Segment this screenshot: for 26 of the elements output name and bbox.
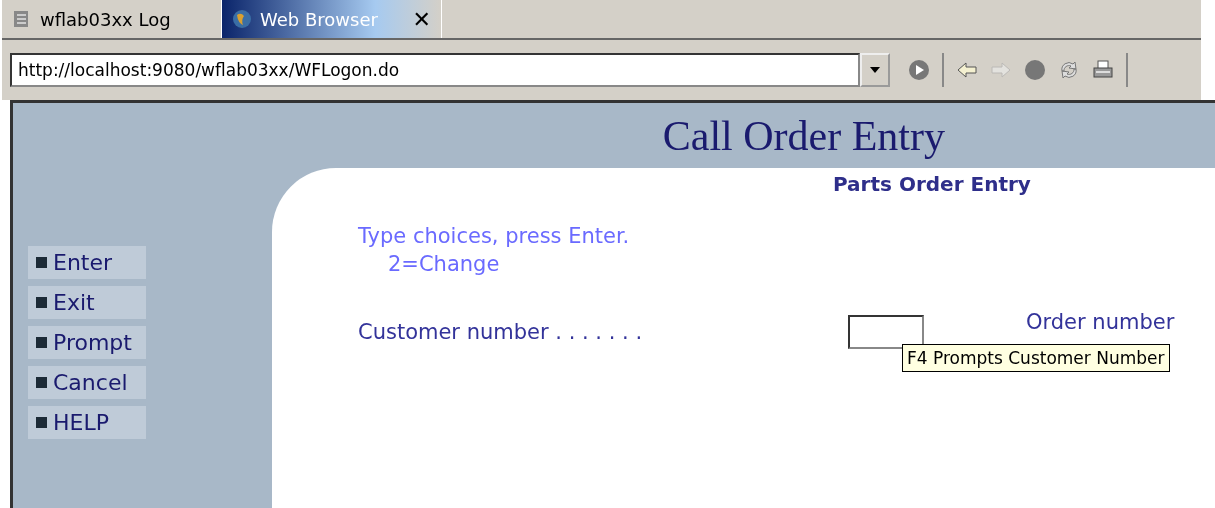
refresh-icon[interactable] — [1058, 59, 1080, 81]
caret-icon[interactable] — [870, 67, 880, 73]
subtitle: Parts Order Entry — [833, 172, 1032, 196]
instruction-text: Type choices, press Enter. — [358, 223, 631, 250]
tab-label: Web Browser — [260, 8, 378, 30]
field-label: Order number — [1026, 310, 1175, 334]
function-key-button[interactable]: Prompt — [28, 326, 146, 359]
dropdown-button[interactable] — [860, 53, 890, 87]
function-key-button[interactable]: Enter — [28, 246, 146, 279]
field-label: Customer number . . . . . . . — [358, 320, 644, 344]
printer-icon[interactable] — [1092, 59, 1114, 81]
tooltip: F4 Prompts Customer Number — [902, 344, 1170, 372]
function-key-button[interactable]: HELP — [28, 406, 146, 439]
page-title: Call Order Entry — [662, 111, 945, 160]
tab[interactable]: Web Browser ✕ — [222, 0, 442, 38]
close-button[interactable]: ✕ — [412, 6, 431, 32]
tab-label: wflab03xx Log — [40, 8, 171, 30]
stop-icon[interactable] — [1024, 59, 1046, 81]
customer-number-field[interactable] — [848, 315, 924, 349]
back-icon[interactable] — [956, 59, 978, 81]
function-key-button[interactable]: Exit — [28, 286, 146, 319]
function-key-button[interactable]: Cancel — [28, 366, 146, 399]
globe-icon — [232, 9, 252, 29]
instruction-text: 2=Change — [387, 251, 501, 278]
play-icon[interactable] — [908, 59, 930, 81]
address-field[interactable]: http://localhost:9080/wflab03xx/WFLogon.do — [10, 53, 860, 87]
